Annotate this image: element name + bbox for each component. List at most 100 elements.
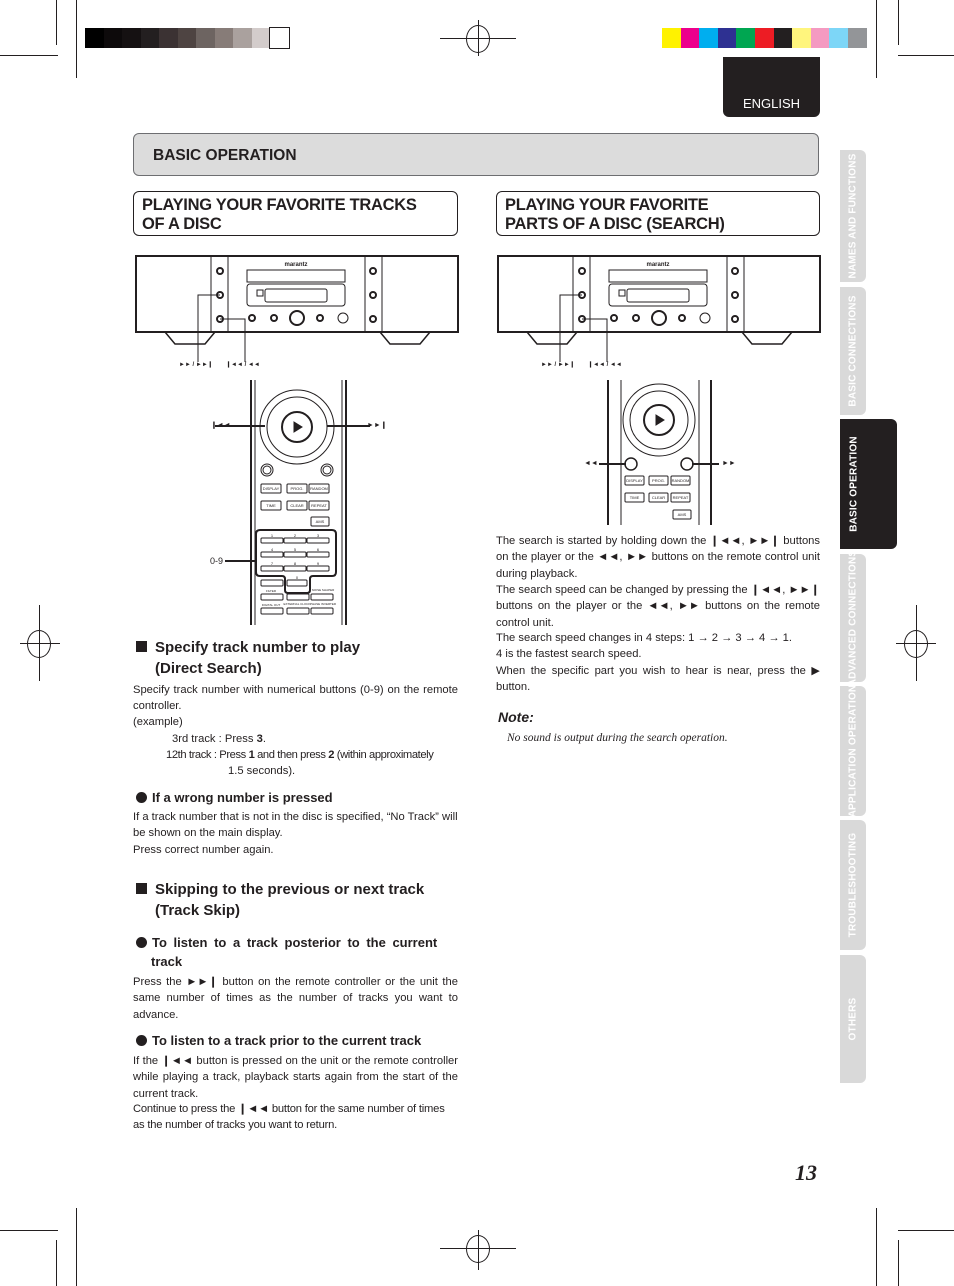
color-swatch: [792, 28, 811, 48]
remote-button-label: PHASE INVERTER: [310, 602, 337, 606]
section-title: BASIC OPERATION: [153, 147, 297, 164]
remote-button-label: CLEAR: [652, 495, 665, 500]
color-swatch: [773, 28, 793, 48]
digit-button-5: [283, 551, 307, 558]
digit-label: 8: [294, 561, 297, 566]
side-tab-troubleshooting[interactable]: TROUBLESHOOTING: [840, 820, 866, 950]
remote-button-label: TIME: [630, 495, 640, 500]
track-skip-heading: Skipping to the previous or next track (…: [136, 879, 424, 921]
crop-mark: [898, 1240, 899, 1286]
fast-forward-icon: ►►: [722, 460, 736, 467]
crop-mark: [876, 1208, 877, 1286]
remote-button-label: FILTER: [266, 589, 277, 593]
crop-mark: [898, 0, 899, 45]
remote-button-blank: [260, 579, 284, 587]
digit-button-3: [306, 537, 330, 544]
side-tab-basic-connections[interactable]: BASIC CONNECTIONS: [840, 287, 866, 415]
remote-button-label: AMS: [316, 519, 325, 524]
numeric-buttons-label: 0-9: [210, 556, 224, 566]
remote-button-label: TIME: [266, 503, 276, 508]
next-button-label: ►► / ►►❙: [541, 362, 575, 368]
display-panel: [608, 283, 708, 307]
color-swatch: [736, 28, 755, 48]
digit-button-8: [283, 565, 307, 572]
next-track-icon: ►►❙: [367, 422, 387, 429]
brand-logo: marantz: [284, 262, 307, 268]
section-header: BASIC OPERATION: [133, 133, 819, 176]
left-section-title: PLAYING YOUR FAVORITE TRACKS OF A DISC: [133, 191, 458, 236]
page-number: 13: [795, 1160, 817, 1185]
digit-label: 0: [296, 575, 299, 580]
remote-button-label: RANDOM: [310, 486, 328, 491]
example-text: Press: [224, 733, 257, 745]
wrong-number-heading: If a wrong number is pressed: [136, 788, 333, 807]
remote-control-illustration-left: DISPLAY PROG. RANDOM TIME CLEAR REPEAT AMS 1 2 3 4…: [215, 380, 370, 625]
digit-button-1: [260, 537, 284, 544]
side-tab-application-operation[interactable]: APPLICATION OPERATION: [840, 685, 866, 817]
direct-search-intro: Specify track number with numerical butt…: [133, 684, 458, 713]
side-tab-others[interactable]: OTHERS: [840, 955, 866, 1083]
example-label-text: 12th track :: [166, 749, 220, 761]
remote-button-label: RANDOM: [672, 478, 690, 483]
crop-mark: [898, 1230, 954, 1231]
remote-button-label: NOISE SHAPER: [312, 588, 335, 592]
prev-track-icon: ❙◄◄: [211, 422, 231, 429]
remote-button-label: DIGITAL OUT: [262, 603, 281, 607]
crop-mark: [56, 1240, 57, 1286]
cd-player-illustration-left: marantz: [135, 255, 459, 362]
example-text: (within approximately: [334, 749, 434, 761]
side-tab-basic-operation[interactable]: BASIC OPERATION: [840, 419, 897, 549]
search-paragraph-2: The search speed can be changed by press…: [496, 584, 820, 629]
digit-label: 7: [271, 561, 274, 566]
example-3rd-track: 3rd track : Press 3.: [172, 731, 266, 747]
prev-button-label: ❙◄◄ / ◄◄: [226, 362, 260, 368]
gray-swatch: [122, 28, 141, 48]
volume-knob: [289, 310, 305, 326]
prev-button-label: ❙◄◄ / ◄◄: [588, 362, 622, 368]
example-label: (example): [133, 716, 183, 728]
heading-text: Specify track number to play: [155, 639, 361, 656]
language-label: ENGLISH: [742, 96, 801, 111]
digit-label: 3: [317, 533, 320, 538]
gray-swatch: [196, 28, 215, 48]
remote-button-filter: [260, 593, 284, 601]
crop-mark: [898, 55, 954, 56]
remote-button-label: DISPLAY: [626, 478, 643, 483]
color-swatch: [680, 28, 700, 48]
open-close-button: [216, 267, 224, 275]
example-text: and then press: [254, 749, 329, 761]
disc-tray: [608, 269, 708, 283]
heading-text: track: [151, 954, 183, 969]
heading-text: (Track Skip): [155, 902, 241, 919]
prior-track-text: If the ❙◄◄ button is pressed on the unit…: [133, 1055, 458, 1100]
gray-swatch: [233, 28, 252, 48]
wrong-number-text-2: Press correct number again.: [133, 844, 274, 856]
remote-button-label: REPEAT: [311, 503, 327, 508]
square-bullet-icon: [136, 883, 147, 894]
side-tab-names-and-functions[interactable]: NAMES AND FUNCTIONS: [840, 150, 866, 282]
remote-button-label: PROG.: [291, 486, 304, 491]
heading-text: To listen to a track prior to the curren…: [152, 1033, 422, 1048]
gray-swatch: [159, 28, 178, 48]
search-paragraph-3: The search speed changes in 4 steps: 1 →…: [496, 632, 793, 644]
disc-tray: [246, 269, 346, 283]
direct-search-heading: Specify track number to play (Direct Sea…: [136, 637, 360, 679]
remote-button-external-clock: [286, 607, 310, 615]
digit-button-4: [260, 551, 284, 558]
round-bullet-icon: [136, 792, 147, 803]
side-tab-advanced-connections[interactable]: ADVANCED CONNECTIONS: [840, 550, 866, 686]
side-tab-label: BASIC CONNECTIONS: [847, 295, 859, 407]
crop-mark: [0, 1230, 58, 1231]
title-line: PARTS OF A DISC (SEARCH): [505, 215, 725, 233]
remote-button-label: AMS: [678, 512, 687, 517]
example-12th-track: 12th track : Press 1 and then press 2 (w…: [166, 747, 434, 763]
fast-forward-button: [680, 457, 694, 471]
gray-swatch: [214, 28, 233, 48]
title-line: PLAYING YOUR FAVORITE TRACKS: [142, 196, 417, 214]
color-swatch: [662, 28, 681, 48]
title-line: PLAYING YOUR FAVORITE: [505, 196, 709, 214]
heading-text: To listen to a track posterior to the cu…: [152, 935, 438, 950]
gray-swatch: [85, 28, 104, 48]
digit-label: 2: [294, 533, 297, 538]
crop-mark: [76, 0, 77, 78]
